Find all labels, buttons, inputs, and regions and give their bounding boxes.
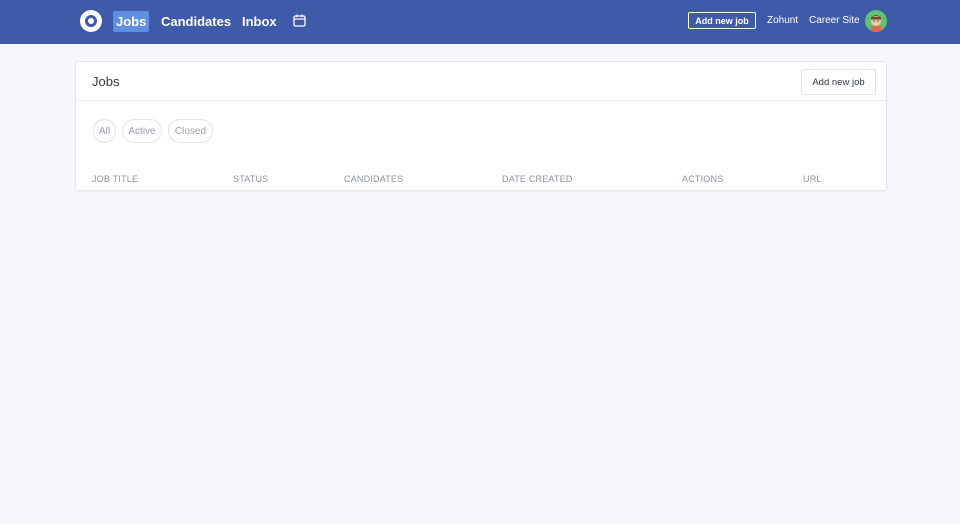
column-header-actions[interactable]: ACTIONS xyxy=(682,174,723,184)
app-logo[interactable] xyxy=(80,10,102,32)
career-site-link[interactable]: Career Site xyxy=(809,15,860,26)
logo-ring-icon xyxy=(85,15,97,27)
filter-all[interactable]: All xyxy=(93,119,116,143)
add-new-job-button-header[interactable]: Add new job xyxy=(688,12,756,29)
column-header-url[interactable]: URL xyxy=(803,174,822,184)
column-header-date-created[interactable]: DATE CREATED xyxy=(502,174,573,184)
filter-closed[interactable]: Closed xyxy=(168,119,213,143)
top-navbar: Jobs Candidates Inbox Add new job Zohunt… xyxy=(0,0,960,44)
nav-jobs[interactable]: Jobs xyxy=(113,11,150,32)
nav-inbox[interactable]: Inbox xyxy=(239,11,280,32)
column-header-candidates[interactable]: CANDIDATES xyxy=(344,174,403,184)
avatar-face-icon xyxy=(871,15,881,32)
column-header-status[interactable]: STATUS xyxy=(233,174,268,184)
page-title: Jobs xyxy=(92,74,120,89)
company-link[interactable]: Zohunt xyxy=(767,15,798,26)
calendar-icon[interactable] xyxy=(293,14,306,27)
user-avatar[interactable] xyxy=(865,10,887,32)
nav-candidates[interactable]: Candidates xyxy=(158,11,234,32)
jobs-card: Jobs Add new job All Active Closed JOB T… xyxy=(75,61,887,191)
filter-active[interactable]: Active xyxy=(122,119,162,143)
column-header-job-title[interactable]: JOB TITLE xyxy=(92,174,138,184)
add-new-job-button[interactable]: Add new job xyxy=(801,69,876,95)
jobs-card-header: Jobs Add new job xyxy=(76,62,886,101)
